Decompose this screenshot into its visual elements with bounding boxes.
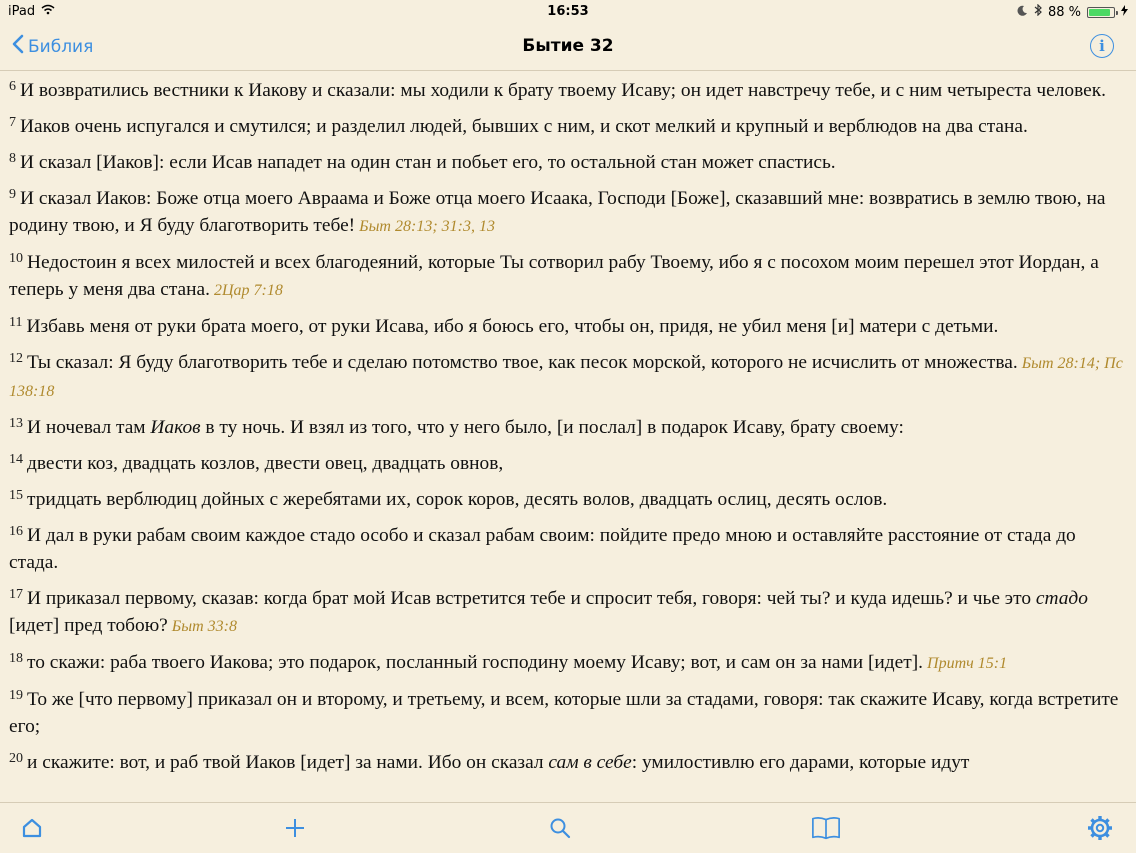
verse-number: 12: [9, 351, 23, 366]
tab-bookmarks[interactable]: [811, 813, 841, 843]
verse-text: в ту ночь. И взял из того, что у него бы…: [200, 417, 904, 438]
verse[interactable]: 6 И возвратились вестники к Иакову и сказ…: [9, 73, 1128, 104]
verse[interactable]: 15 тридцать верблюдиц дойных с жеребятами…: [9, 482, 1128, 513]
battery-percent: 88 %: [1047, 4, 1081, 20]
navigation-bar: Библия Бытие 32 i: [0, 24, 1136, 71]
info-icon[interactable]: i: [1090, 34, 1114, 58]
battery-icon: [1087, 6, 1118, 18]
verse[interactable]: 13 И ночевал там Иаков в ту ночь. И взял …: [9, 410, 1128, 441]
verse[interactable]: 7 Иаков очень испугался и смутился; и раз…: [9, 109, 1128, 140]
verse-text: и скажите: вот, и раб твой Иаков [идет] …: [27, 752, 549, 773]
verse-text: сам в себе: [548, 752, 632, 773]
tab-home[interactable]: [17, 813, 47, 843]
verse-number: 14: [9, 452, 23, 467]
tab-search[interactable]: [545, 813, 575, 843]
verse[interactable]: 8 И сказал [Иаков]: если Исав нападет на …: [9, 145, 1128, 176]
verse-number: 15: [9, 488, 23, 503]
tab-bar: [0, 802, 1136, 853]
verse-number: 10: [9, 251, 23, 266]
tab-settings[interactable]: [1085, 813, 1115, 843]
verse-number: 16: [9, 524, 23, 539]
verse-text: [идет] пред тобою?: [9, 615, 168, 636]
verse[interactable]: 11 Избавь меня от руки брата моего, от ру…: [9, 309, 1128, 340]
cross-reference-link[interactable]: Быт 28:13; 31:3, 13: [359, 218, 495, 235]
verse[interactable]: 19 То же [что первому] приказал он и втор…: [9, 682, 1128, 740]
verse[interactable]: 12 Ты сказал: Я буду благотворить тебе и …: [9, 345, 1128, 405]
verse-number: 11: [9, 315, 23, 330]
verse-text: тридцать верблюдиц дойных с жеребятами и…: [27, 489, 888, 510]
moon-icon: [1017, 5, 1028, 20]
verse-text: И сказал [Иаков]: если Исав нападет на о…: [20, 152, 836, 173]
add-icon: [286, 819, 304, 837]
verse[interactable]: 9И сказал Иаков: Боже отца моего Авраама…: [9, 181, 1128, 240]
cross-reference-link[interactable]: Притч 15:1: [927, 655, 1007, 672]
verse-text: И дал в руки рабам своим каждое стадо ос…: [9, 525, 1076, 573]
verse-text: то скажи: раба твоего Иакова; это подаро…: [27, 652, 924, 673]
verse-number: 18: [9, 651, 23, 666]
verse-number: 19: [9, 688, 23, 703]
cross-reference-link[interactable]: 2Цар 7:18: [214, 282, 283, 299]
verse-text: Иаков очень испугался и смутился; и разд…: [20, 116, 1028, 137]
verse[interactable]: 18 то скажи: раба твоего Иакова; это пода…: [9, 645, 1128, 677]
settings-icon: [1088, 816, 1112, 840]
verse-text: : умилостивлю его дарами, которые идут: [631, 752, 970, 773]
verse-text: Ты сказал: Я буду благотворить тебе и сд…: [27, 352, 1018, 373]
cross-reference-link[interactable]: Быт 33:8: [172, 618, 237, 635]
chapter-text[interactable]: 6 И возвратились вестники к Иакову и сказ…: [0, 71, 1136, 802]
bluetooth-icon: [1034, 3, 1042, 20]
status-right: 88 %: [1017, 3, 1128, 20]
status-time: 16:53: [547, 4, 589, 19]
verse-text: Избавь меня от руки брата моего, от руки…: [26, 316, 999, 337]
verse-text: стадо: [1035, 588, 1088, 609]
verse-number: 17: [9, 587, 23, 602]
verse[interactable]: 16 И дал в руки рабам своим каждое стадо …: [9, 518, 1128, 576]
home-icon: [22, 818, 42, 838]
page-title: Бытие 32: [522, 36, 614, 56]
verse-text: То же [что первому] приказал он и втором…: [9, 689, 1119, 737]
verse-text: И возвратились вестники к Иакову и сказа…: [20, 80, 1107, 101]
verse-text: Недостоин я всех милостей и всех благоде…: [9, 252, 1099, 300]
book-icon: [812, 817, 840, 840]
verse-number: 8: [9, 151, 16, 166]
verse[interactable]: 14 двести коз, двадцать козлов, двести ов…: [9, 446, 1128, 477]
verse-text: двести коз, двадцать козлов, двести овец…: [27, 453, 504, 474]
verse-text: И сказал Иаков: Боже отца моего Авраама …: [9, 188, 1106, 236]
search-icon: [550, 818, 571, 839]
verse[interactable]: 10 Недостоин я всех милостей и всех благо…: [9, 245, 1128, 304]
tab-add[interactable]: [280, 813, 310, 843]
status-bar: iPad 16:53 88 %: [0, 0, 1136, 24]
charging-icon: [1121, 4, 1128, 20]
verse-text: И ночевал там: [27, 417, 151, 438]
verse-number: 7: [9, 115, 16, 130]
verse-text: И приказал первому, сказав: когда брат м…: [27, 588, 1036, 609]
verse-number: 9: [9, 187, 16, 202]
verse-number: 6: [9, 79, 16, 94]
verse-text: Иаков: [150, 417, 201, 438]
verse[interactable]: 17 И приказал первому, сказав: когда брат…: [9, 581, 1128, 640]
verse-number: 13: [9, 416, 23, 431]
verse-number: 20: [9, 751, 23, 766]
verse[interactable]: 20 и скажите: вот, и раб твой Иаков [идет…: [9, 745, 1128, 776]
